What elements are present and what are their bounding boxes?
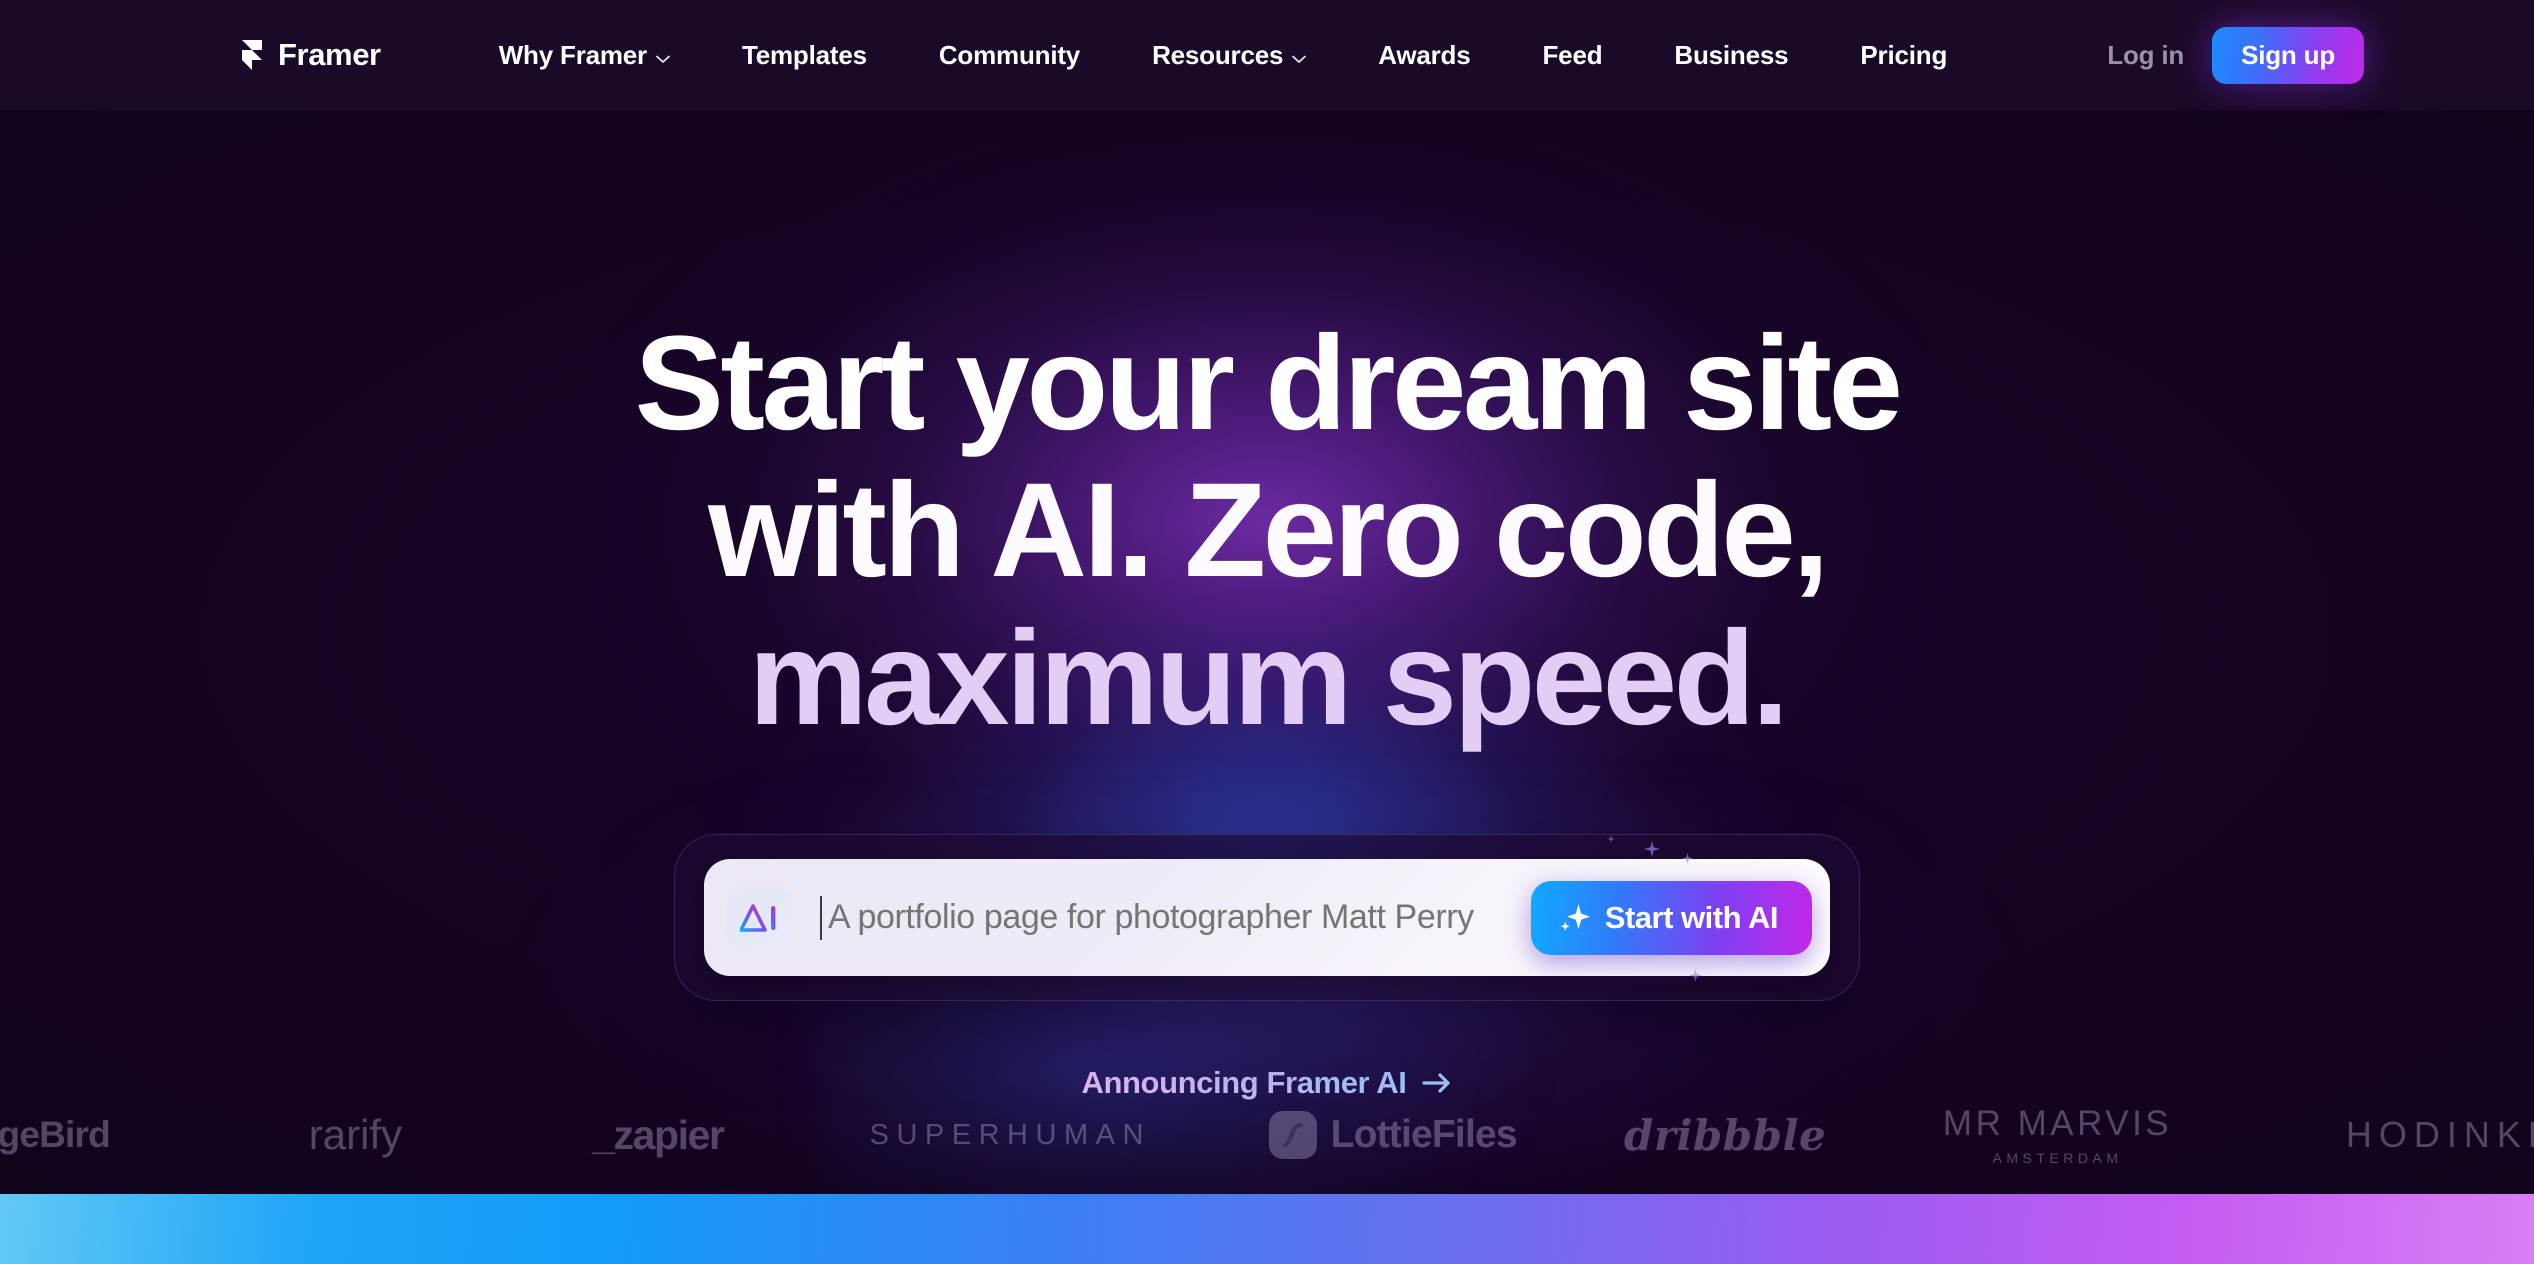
site-header: Framer Why Framer Templates Community Re… [0, 0, 2534, 110]
headline-line-3: maximum speed. [748, 603, 1790, 753]
nav-item-business[interactable]: Business [1638, 40, 1824, 71]
nav-item-why-framer[interactable]: Why Framer [463, 40, 706, 71]
nav-label: Why Framer [498, 39, 647, 70]
ai-prompt-input[interactable] [824, 898, 1531, 938]
sparkle-particle [1644, 841, 1660, 858]
page-title: Start your dream site with AI. Zero code… [634, 309, 1903, 753]
nav-label: Resources [1152, 39, 1284, 70]
sparkle-particle [1607, 835, 1615, 844]
chevron-down-icon [656, 40, 670, 71]
text-cursor [820, 895, 822, 940]
nav-container: Framer Why Framer Templates Community Re… [0, 26, 2534, 84]
ai-logo-icon[interactable] [726, 884, 792, 951]
logo-mrmarvis-sublabel: AMSTERDAM [1992, 1150, 2123, 1166]
nav-item-awards[interactable]: Awards [1342, 40, 1506, 71]
start-with-ai-label: Start with AI [1604, 899, 1779, 935]
login-link[interactable]: Log in [2073, 40, 2212, 71]
nav-item-feed[interactable]: Feed [1507, 40, 1639, 71]
lottiefiles-mark-icon [1268, 1111, 1317, 1159]
sparkle-particle [1682, 853, 1693, 865]
ai-prompt-bar[interactable]: Start with AI [704, 835, 1830, 983]
framer-logo-icon [240, 39, 264, 71]
sparkle-icon [1559, 902, 1590, 933]
logo-hodinkee: HODINKEE [2345, 1114, 2534, 1155]
logo-mrmarvis: MR MARVIS AMSTERDAM [1893, 1104, 2223, 1166]
logo-mrmarvis-label: MR MARVIS [1942, 1104, 2173, 1143]
hero-section: Start your dream site with AI. Zero code… [0, 110, 2534, 1140]
nav-label: Community [938, 39, 1081, 70]
framer-landing-page: Framer Why Framer Templates Community Re… [0, 0, 2534, 1264]
headline-line-1: Start your dream site [634, 309, 1903, 458]
nav-label: Templates [741, 39, 867, 70]
logo-messagebird: sageBird [0, 1114, 111, 1155]
nav-item-pricing[interactable]: Pricing [1824, 40, 1983, 71]
chevron-down-icon [1292, 40, 1307, 71]
brand-name: Framer [278, 37, 381, 72]
customer-logo-strip: sageBird rarify _zapier SUPERHUMAN Lotti… [0, 1080, 2534, 1190]
logo-zapier: _zapier [592, 1111, 725, 1158]
signup-button[interactable]: Sign up [2212, 26, 2364, 84]
primary-nav: Why Framer Templates Community Resources [463, 40, 2074, 71]
sparkle-particle [1689, 969, 1702, 983]
logo-superhuman: SUPERHUMAN [869, 1118, 1151, 1151]
nav-label: Feed [1542, 39, 1603, 70]
nav-actions: Log in Sign up [2073, 26, 2364, 84]
start-with-ai-button[interactable]: Start with AI [1530, 880, 1812, 955]
nav-item-resources[interactable]: Resources [1116, 40, 1342, 71]
nav-item-community[interactable]: Community [903, 40, 1116, 71]
brand-logo[interactable]: Framer [240, 37, 381, 73]
logo-rarify: rarify [308, 1111, 403, 1158]
nav-item-templates[interactable]: Templates [706, 40, 903, 71]
logo-dribbble: dribbble [1623, 1110, 1827, 1160]
headline-line-2: with AI. Zero code, [708, 456, 1829, 606]
nav-label: Pricing [1860, 39, 1948, 70]
logo-lottiefiles: LottieFiles [1228, 1111, 1558, 1159]
nav-label: Awards [1378, 39, 1471, 70]
logo-lottiefiles-label: LottieFiles [1330, 1113, 1518, 1156]
nav-label: Business [1674, 39, 1789, 70]
ai-prompt-container: Start with AI [674, 834, 1860, 1002]
bottom-gradient-bar [0, 1194, 2534, 1264]
